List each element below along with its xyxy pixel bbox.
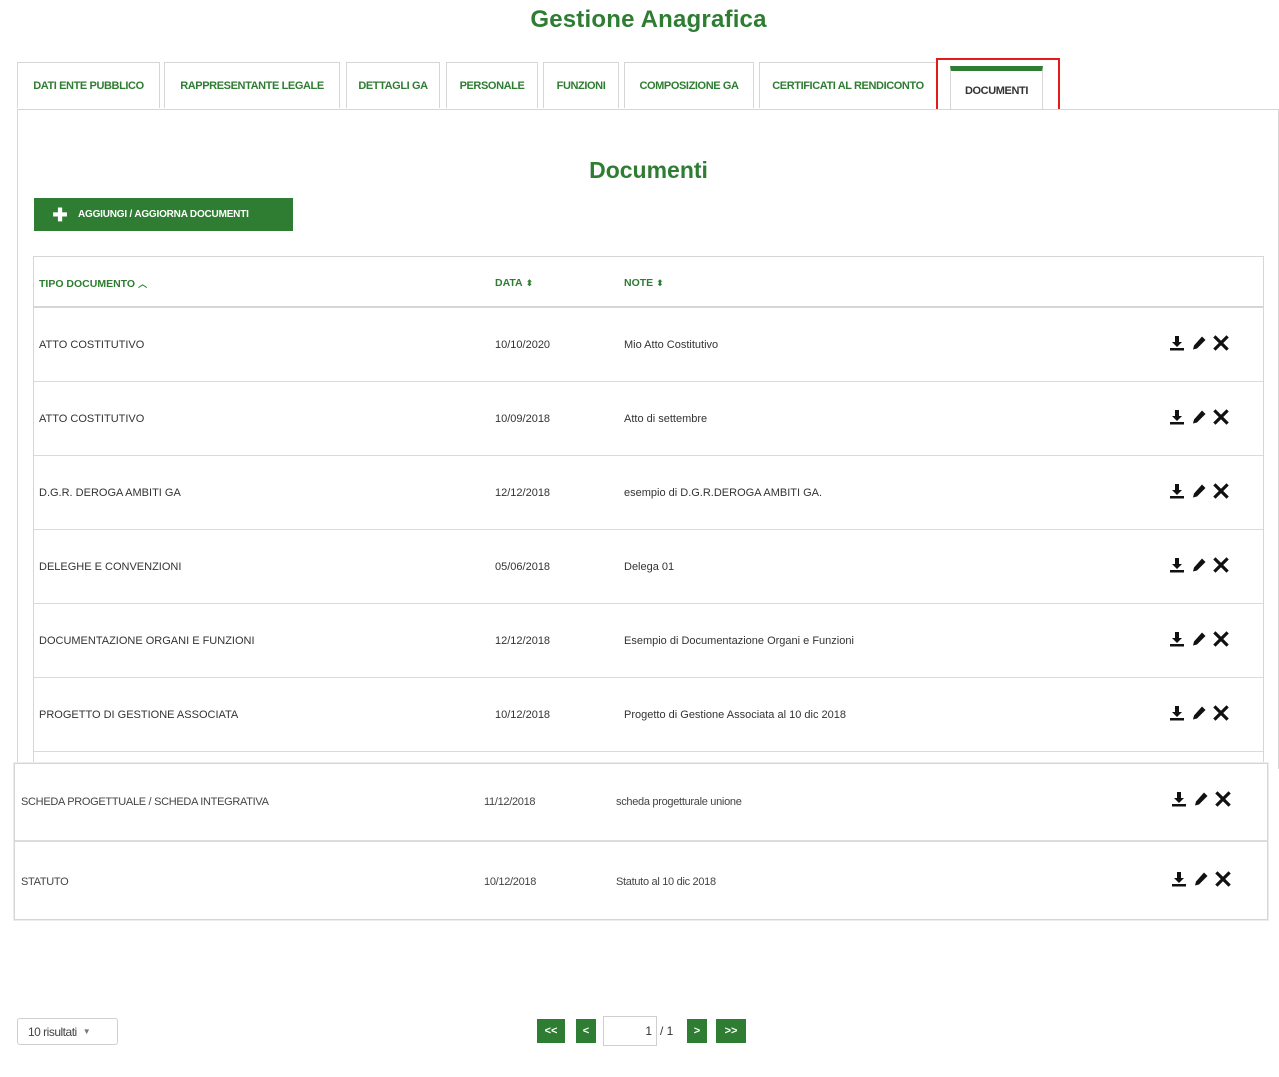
cell-tipo: SCHEDA PROGETTUALE / SCHEDA INTEGRATIVA — [21, 796, 269, 808]
edit-icon[interactable] — [1192, 790, 1210, 808]
last-page-button[interactable]: >> — [716, 1019, 746, 1043]
sort-icon: ⬍ — [656, 278, 664, 288]
tab-funzioni[interactable]: FUNZIONI — [543, 62, 619, 108]
edit-icon[interactable] — [1190, 704, 1208, 722]
documents-table: TIPO DOCUMENTO ︿ DATA ⬍ NOTE ⬍ ATTO COSTITU… — [33, 256, 1264, 769]
add-documents-button[interactable]: ✚ AGGIUNGI / AGGIORNA DOCUMENTI — [34, 198, 293, 231]
delete-icon[interactable] — [1212, 704, 1230, 722]
edit-icon[interactable] — [1190, 556, 1208, 574]
tab-dettagli-ga[interactable]: DETTAGLI GA — [346, 62, 440, 108]
table-row: DOCUMENTAZIONE ORGANI E FUNZIONI 12/12/2… — [34, 604, 1263, 678]
download-icon[interactable] — [1168, 630, 1186, 648]
table-row: SCHEDA PROGETTUALE / SCHEDA INTEGRATIVA … — [15, 764, 1267, 842]
cell-data: 12/12/2018 — [495, 487, 551, 499]
edit-icon[interactable] — [1192, 870, 1210, 888]
column-label: NOTE — [624, 277, 654, 289]
download-icon[interactable] — [1170, 790, 1188, 808]
column-label: TIPO DOCUMENTO — [39, 278, 136, 290]
download-icon[interactable] — [1168, 556, 1186, 574]
edit-icon[interactable] — [1190, 334, 1208, 352]
tab-composizione-ga[interactable]: COMPOSIZIONE GA — [624, 62, 754, 108]
plus-icon: ✚ — [52, 204, 68, 225]
delete-icon[interactable] — [1212, 556, 1230, 574]
column-data[interactable]: DATA ⬍ — [495, 277, 533, 289]
cell-note: Esempio di Documentazione Organi e Funzi… — [624, 635, 854, 647]
cell-note: Progetto di Gestione Associata al 10 dic… — [624, 709, 846, 721]
page-size-select[interactable]: 10 risultati ▼ — [17, 1018, 118, 1045]
edit-icon[interactable] — [1190, 408, 1208, 426]
page-title: Gestione Anagrafica — [530, 6, 767, 33]
tab-certificati-al-rendiconto[interactable]: CERTIFICATI AL RENDICONTO — [759, 62, 937, 108]
sort-asc-icon: ︿ — [138, 279, 148, 289]
add-documents-label: AGGIUNGI / AGGIORNA DOCUMENTI — [78, 209, 249, 220]
column-note[interactable]: NOTE ⬍ — [624, 277, 664, 289]
cell-tipo: D.G.R. DEROGA AMBITI GA — [39, 487, 181, 499]
tab-documenti[interactable]: DOCUMENTI — [950, 66, 1043, 110]
cell-data: 05/06/2018 — [495, 561, 551, 573]
delete-icon[interactable] — [1212, 630, 1230, 648]
tab-rappresentante-legale[interactable]: RAPPRESENTANTE LEGALE — [164, 62, 340, 108]
edit-icon[interactable] — [1190, 482, 1208, 500]
column-label: DATA — [495, 277, 523, 289]
caret-down-icon: ▼ — [82, 1027, 91, 1036]
download-icon[interactable] — [1168, 408, 1186, 426]
table-header: TIPO DOCUMENTO ︿ DATA ⬍ NOTE ⬍ — [34, 257, 1263, 308]
delete-icon[interactable] — [1212, 482, 1230, 500]
cell-data: 12/12/2018 — [495, 635, 551, 647]
cell-note: Statuto al 10 dic 2018 — [616, 876, 716, 888]
documents-table-continued: SCHEDA PROGETTUALE / SCHEDA INTEGRATIVA … — [14, 763, 1268, 920]
download-icon[interactable] — [1170, 870, 1188, 888]
sort-icon: ⬍ — [525, 278, 534, 288]
tab-dati-ente-pubblico[interactable]: DATI ENTE PUBBLICO — [17, 62, 160, 108]
table-row: PROGETTO DI GESTIONE ASSOCIATA 10/12/201… — [34, 678, 1263, 752]
table-row: STATUTO 10/12/2018 Statuto al 10 dic 201… — [15, 844, 1267, 919]
table-row: ATTO COSTITUTIVO 10/10/2020 Mio Atto Cos… — [34, 308, 1263, 382]
cell-note: Mio Atto Costitutivo — [624, 339, 719, 351]
page-size-value: 10 risultati — [28, 1024, 77, 1039]
cell-tipo: DELEGHE E CONVENZIONI — [39, 561, 182, 573]
cell-tipo: PROGETTO DI GESTIONE ASSOCIATA — [39, 709, 239, 721]
cell-note: Delega 01 — [624, 561, 675, 573]
cell-tipo: DOCUMENTAZIONE ORGANI E FUNZIONI — [39, 635, 255, 647]
column-tipo-documento[interactable]: TIPO DOCUMENTO ︿ — [39, 277, 147, 290]
cell-data: 10/12/2018 — [495, 709, 551, 721]
cell-note: scheda progetturale unione — [616, 796, 742, 808]
cell-note: Atto di settembre — [624, 413, 708, 425]
tab-personale[interactable]: PERSONALE — [446, 62, 538, 108]
download-icon[interactable] — [1168, 334, 1186, 352]
next-page-button[interactable]: > — [687, 1019, 707, 1043]
delete-icon[interactable] — [1212, 334, 1230, 352]
section-title: Documenti — [589, 157, 708, 183]
table-row: ATTO COSTITUTIVO 10/09/2018 Atto di sett… — [34, 382, 1263, 456]
cell-tipo: ATTO COSTITUTIVO — [39, 413, 145, 425]
delete-icon[interactable] — [1212, 408, 1230, 426]
cell-data: 10/12/2018 — [484, 876, 537, 888]
download-icon[interactable] — [1168, 482, 1186, 500]
edit-icon[interactable] — [1190, 630, 1208, 648]
first-page-button[interactable]: << — [537, 1019, 565, 1043]
cell-data: 10/09/2018 — [495, 413, 551, 425]
cell-tipo: ATTO COSTITUTIVO — [39, 339, 145, 351]
cell-data: 11/12/2018 — [484, 796, 536, 808]
table-row: D.G.R. DEROGA AMBITI GA 12/12/2018 esemp… — [34, 456, 1263, 530]
table-row: DELEGHE E CONVENZIONI 05/06/2018 Delega … — [34, 530, 1263, 604]
page-total: / 1 — [660, 1024, 674, 1038]
prev-page-button[interactable]: < — [576, 1019, 596, 1043]
download-icon[interactable] — [1168, 704, 1186, 722]
cell-data: 10/10/2020 — [495, 339, 551, 351]
cell-note: esempio di D.G.R.DEROGA AMBITI GA. — [624, 487, 823, 499]
delete-icon[interactable] — [1214, 870, 1232, 888]
delete-icon[interactable] — [1214, 790, 1232, 808]
page-number-input[interactable] — [603, 1016, 657, 1046]
cell-tipo: STATUTO — [21, 876, 69, 888]
